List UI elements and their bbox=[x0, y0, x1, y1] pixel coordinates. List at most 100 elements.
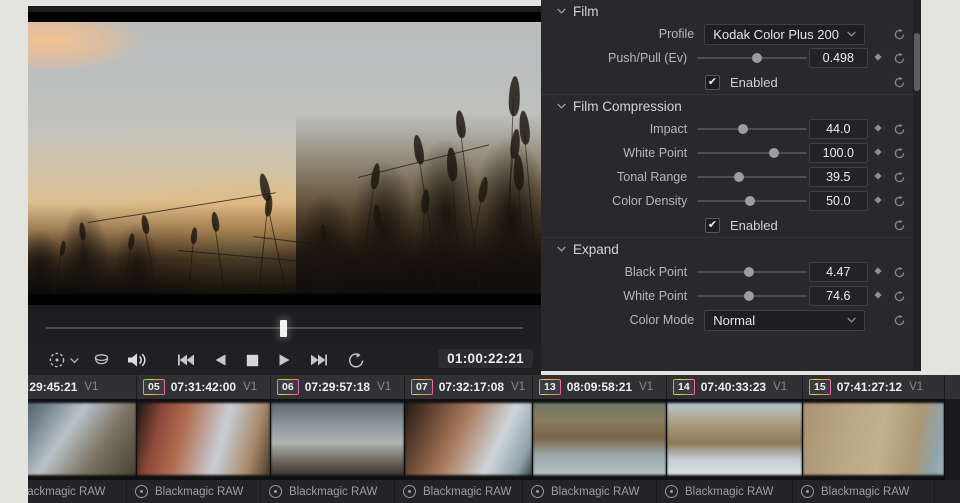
keyframe-icon[interactable] bbox=[868, 172, 889, 182]
keyframe-icon[interactable] bbox=[868, 124, 889, 134]
keyframe-icon[interactable] bbox=[868, 291, 889, 301]
play-reverse-icon[interactable] bbox=[210, 353, 230, 367]
impact-value[interactable]: 44.0 bbox=[808, 119, 868, 139]
slider-knob[interactable] bbox=[733, 172, 744, 182]
reset-icon[interactable] bbox=[888, 123, 911, 136]
clip-header[interactable]: 06 07:29:57:18 V1 bbox=[271, 375, 405, 399]
white-point-slider[interactable] bbox=[697, 287, 808, 305]
reset-icon[interactable] bbox=[887, 314, 911, 327]
clip-header[interactable]: 15 07:41:27:12 V1 bbox=[803, 375, 945, 399]
blur-shape-icon[interactable] bbox=[90, 352, 112, 368]
enabled-checkbox[interactable]: ✔ bbox=[705, 217, 720, 233]
param-row: White Point 100.0 bbox=[541, 141, 921, 165]
clip-header[interactable]: 14 07:40:33:23 V1 bbox=[667, 375, 803, 399]
keyframe-icon[interactable] bbox=[868, 53, 889, 63]
reset-icon[interactable] bbox=[887, 219, 911, 232]
clip-header-strip: 07:29:45:21 V1 05 07:31:42:00 V1 06 07:29:57:1… bbox=[28, 375, 960, 399]
jump-to-start-icon[interactable] bbox=[174, 353, 198, 367]
reset-icon[interactable] bbox=[888, 290, 911, 303]
reset-icon[interactable] bbox=[888, 195, 911, 208]
clip-thumbnail[interactable] bbox=[667, 399, 803, 480]
clip-track-label: V1 bbox=[773, 381, 788, 393]
profile-dropdown[interactable]: Kodak Color Plus 200 bbox=[704, 23, 866, 45]
clip-thumbnail[interactable] bbox=[137, 399, 271, 480]
loop-icon[interactable] bbox=[344, 352, 368, 368]
inspector-scrollbar[interactable] bbox=[913, 0, 921, 371]
codec-label: Blackmagic RAW bbox=[28, 485, 106, 498]
slider-knob[interactable] bbox=[745, 196, 756, 206]
inspector-scrollbar-thumb[interactable] bbox=[914, 33, 920, 91]
keyframe-icon[interactable] bbox=[868, 196, 889, 206]
push-pull-ev-slider[interactable] bbox=[697, 49, 808, 67]
playhead-handle[interactable] bbox=[280, 320, 287, 337]
clip-codec-strip: Blackmagic RAW Blackmagic RAW Blackmagic R… bbox=[28, 480, 960, 503]
impact-slider[interactable] bbox=[697, 120, 808, 138]
clip-thumbnail[interactable] bbox=[803, 399, 945, 480]
slider-knob[interactable] bbox=[737, 124, 748, 134]
param-row: Impact 44.0 bbox=[541, 117, 921, 141]
clip-thumbnail[interactable] bbox=[533, 399, 667, 480]
section-header-film-compression[interactable]: Film Compression bbox=[541, 95, 921, 117]
section-header-expand[interactable]: Expand bbox=[541, 238, 921, 260]
clip-thumbnail-image bbox=[533, 403, 666, 475]
chevron-down-icon bbox=[557, 7, 566, 16]
reset-icon[interactable] bbox=[887, 28, 911, 41]
clip-timecode: 07:41:27:12 bbox=[836, 380, 903, 394]
jump-to-end-icon[interactable] bbox=[306, 353, 330, 367]
timeline-panel: 07:29:45:21 V1 05 07:31:42:00 V1 06 07:29:57:1… bbox=[28, 375, 960, 503]
white-point-slider[interactable] bbox=[697, 144, 808, 162]
circular-selection-icon[interactable] bbox=[46, 349, 68, 371]
reset-icon[interactable] bbox=[888, 147, 911, 160]
reset-icon[interactable] bbox=[887, 76, 911, 89]
white-point-value[interactable]: 100.0 bbox=[808, 143, 868, 163]
scrubber-bar[interactable] bbox=[28, 311, 541, 345]
reset-icon[interactable] bbox=[888, 171, 911, 184]
slider-knob[interactable] bbox=[744, 291, 755, 301]
white-point-value[interactable]: 74.6 bbox=[808, 286, 868, 306]
play-icon[interactable] bbox=[274, 353, 294, 367]
slider-knob[interactable] bbox=[769, 148, 779, 158]
color-density-value[interactable]: 50.0 bbox=[808, 191, 868, 211]
slider-knob[interactable] bbox=[752, 53, 763, 63]
video-preview[interactable] bbox=[28, 12, 541, 305]
clip-thumbnail[interactable] bbox=[405, 399, 533, 480]
speaker-icon[interactable] bbox=[124, 351, 150, 369]
stop-icon[interactable] bbox=[242, 354, 262, 367]
clip-header[interactable]: 07 07:32:17:08 V1 bbox=[405, 375, 533, 399]
letterbox-top bbox=[28, 12, 541, 22]
param-label: Tonal Range bbox=[617, 170, 688, 184]
chevron-down-icon[interactable] bbox=[68, 357, 81, 364]
codec-disc-icon bbox=[269, 485, 282, 498]
codec-label: Blackmagic RAW bbox=[155, 485, 244, 498]
clip-header[interactable]: 05 07:31:42:00 V1 bbox=[137, 375, 271, 399]
param-row: Tonal Range 39.5 bbox=[541, 165, 921, 189]
param-label: Impact bbox=[649, 122, 688, 136]
reset-icon[interactable] bbox=[888, 52, 911, 65]
clip-header[interactable]: 13 08:09:58:21 V1 bbox=[533, 375, 667, 399]
color-mode-dropdown[interactable]: Normal bbox=[704, 309, 866, 331]
black-point-slider[interactable] bbox=[697, 263, 808, 281]
codec-label: Blackmagic RAW bbox=[289, 485, 378, 498]
codec-disc-icon bbox=[665, 485, 678, 498]
reset-icon[interactable] bbox=[888, 266, 911, 279]
clip-codec-cell: Blackmagic RAW bbox=[793, 480, 935, 503]
clip-timecode: 07:29:57:18 bbox=[304, 380, 371, 394]
tonal-range-slider[interactable] bbox=[697, 168, 808, 186]
slider-knob[interactable] bbox=[744, 267, 755, 277]
enabled-checkbox[interactable]: ✔ bbox=[705, 74, 720, 90]
tonal-range-value[interactable]: 39.5 bbox=[808, 167, 868, 187]
clip-thumbnail-strip bbox=[28, 399, 960, 480]
clip-thumbnail[interactable] bbox=[28, 399, 137, 480]
keyframe-icon[interactable] bbox=[868, 267, 889, 277]
chevron-down-icon bbox=[847, 29, 857, 39]
black-point-value[interactable]: 4.47 bbox=[808, 262, 868, 282]
keyframe-icon[interactable] bbox=[868, 148, 889, 158]
viewer-timecode[interactable]: 01:00:22:21 bbox=[438, 349, 533, 368]
push-pull-ev-value[interactable]: 0.498 bbox=[808, 48, 868, 68]
enabled-checkbox-row: ✔ Enabled bbox=[541, 213, 921, 237]
color-density-slider[interactable] bbox=[697, 192, 808, 210]
clip-header[interactable]: 07:29:45:21 V1 bbox=[28, 375, 137, 399]
section-header-film[interactable]: Film bbox=[541, 0, 921, 22]
clip-track-label: V1 bbox=[377, 381, 392, 393]
clip-thumbnail[interactable] bbox=[271, 399, 405, 480]
